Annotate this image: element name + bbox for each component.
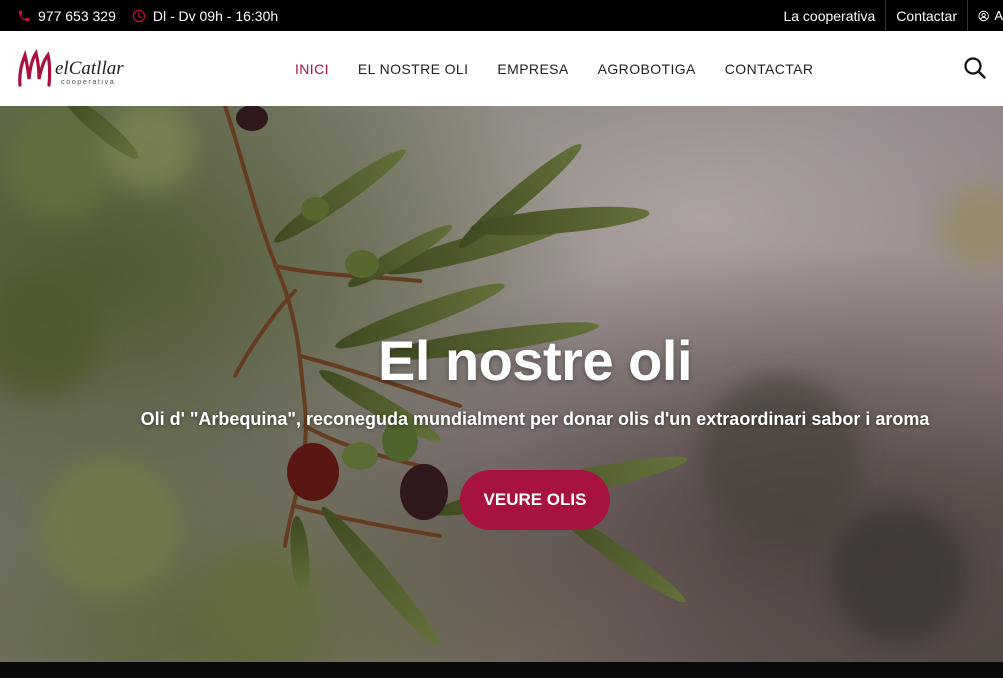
hero-subtitle: Oli d' "Arbequina", reconeguda mundialme… <box>140 409 930 429</box>
phone-icon <box>18 10 30 21</box>
logo-image: elCatllar cooperativa <box>18 49 124 87</box>
svg-text:cooperativa: cooperativa <box>61 77 115 86</box>
search-button[interactable] <box>963 56 987 80</box>
account-label: A <box>994 8 1003 23</box>
search-icon <box>964 57 986 79</box>
phone-info[interactable]: 977 653 329 <box>17 8 116 24</box>
top-bar: 977 653 329 Dl - Dv 09h - 16:30h La coop… <box>0 0 1003 31</box>
hero-title: El nostre oli <box>378 329 693 392</box>
contact-info: 977 653 329 Dl - Dv 09h - 16:30h <box>17 0 278 31</box>
nav-inici[interactable]: INICI <box>295 61 329 77</box>
nav-empresa[interactable]: EMPRESA <box>497 61 568 77</box>
user-icon <box>978 10 989 21</box>
link-la-cooperativa[interactable]: La cooperativa <box>773 0 885 31</box>
main-header: elCatllar cooperativa INICI EL NOSTRE OL… <box>0 31 1003 106</box>
link-contactar-top[interactable]: Contactar <box>885 0 967 31</box>
clock-icon <box>132 9 146 22</box>
nav-el-nostre-oli[interactable]: EL NOSTRE OLI <box>358 61 469 77</box>
nav-agrobotiga[interactable]: AGROBOTIGA <box>598 61 696 77</box>
account-link[interactable]: A <box>967 0 1003 31</box>
hero-section: El nostre oli Oli d' "Arbequina", recone… <box>0 106 1003 662</box>
svg-text:elCatllar: elCatllar <box>55 58 124 79</box>
top-links: La cooperativa Contactar A <box>773 0 1003 31</box>
nav-contactar[interactable]: CONTACTAR <box>725 61 814 77</box>
bottom-strip <box>0 662 1003 678</box>
veure-olis-button[interactable]: VEURE OLIS <box>460 470 610 530</box>
main-nav: INICI EL NOSTRE OLI EMPRESA AGROBOTIGA C… <box>295 31 842 106</box>
opening-hours: Dl - Dv 09h - 16:30h <box>152 7 279 24</box>
phone-number: 977 653 329 <box>38 7 116 24</box>
site-logo[interactable]: elCatllar cooperativa <box>17 49 127 89</box>
hours-info: Dl - Dv 09h - 16:30h <box>132 8 278 24</box>
